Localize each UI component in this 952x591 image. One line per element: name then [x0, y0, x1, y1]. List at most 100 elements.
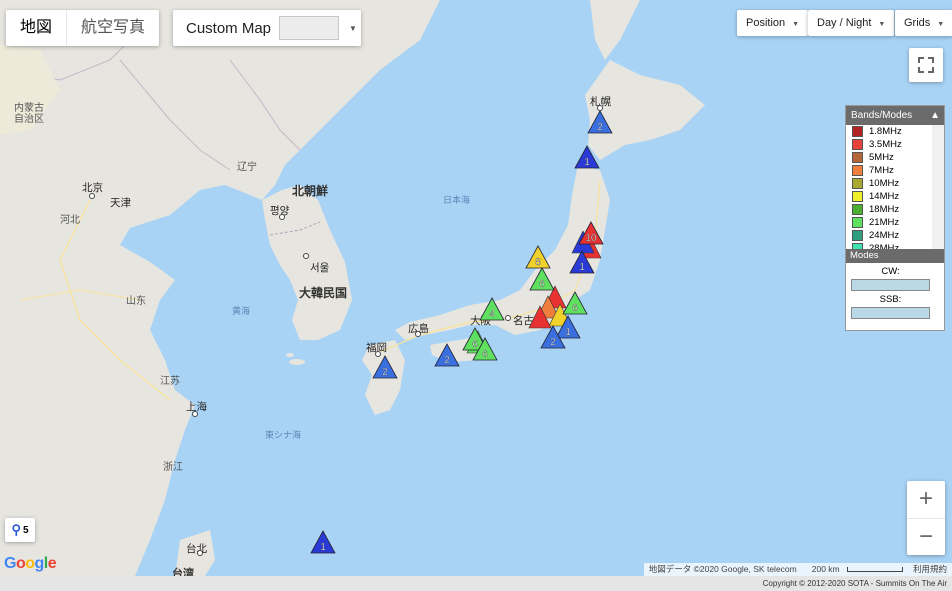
map-attribution: 地図データ ©2020 Google, SK telecom 200 km 利用…: [643, 563, 952, 576]
summit-count-label: 4: [489, 309, 495, 320]
mode-label: SSB:: [879, 294, 902, 305]
bands-scrollbar[interactable]: [932, 125, 944, 249]
band-label: 10MHz: [869, 178, 900, 189]
mode-legend-item: CW:: [846, 263, 944, 291]
band-legend-item: 10MHz: [846, 177, 944, 190]
map-data-credit[interactable]: 地図データ ©2020 Google, SK telecom: [644, 563, 802, 576]
summit-count: 5: [22, 524, 29, 536]
fullscreen-icon: [918, 57, 934, 73]
chevron-down-icon: ▼: [792, 21, 800, 28]
map-type-satellite-button[interactable]: 航空写真: [67, 10, 159, 46]
day-night-label: Day / Night: [817, 17, 872, 29]
chevron-down-icon: ▼: [937, 21, 945, 28]
band-color-swatch: [852, 204, 863, 215]
modes-list: CW: SSB:: [846, 263, 944, 319]
band-color-swatch: [852, 230, 863, 241]
bands-modes-legend: Bands/Modes ▲ 1.8MHz 3.5MHz 5MHz 7MHz 10MHz 1…: [845, 105, 945, 331]
summit-marker[interactable]: 2: [434, 343, 460, 367]
mode-line-sample: [851, 307, 930, 319]
summit-count-button[interactable]: ⚲ 5: [5, 518, 35, 542]
band-legend-item: 28MHz: [846, 242, 944, 249]
summit-count-label: 2: [444, 355, 450, 366]
band-label: 24MHz: [869, 230, 900, 241]
summit-count-label: 6: [472, 339, 478, 350]
summit-marker[interactable]: 2: [372, 355, 398, 379]
summit-count-label: 2: [382, 367, 388, 378]
band-color-swatch: [852, 191, 863, 202]
band-label: 28MHz: [869, 243, 900, 249]
band-color-swatch: [852, 126, 863, 137]
summit-marker[interactable]: 6: [529, 267, 555, 291]
modes-header: Modes: [846, 249, 944, 263]
custom-map-label: Custom Map: [186, 19, 272, 37]
position-label: Position: [746, 17, 786, 29]
summit-marker[interactable]: 1: [310, 530, 336, 554]
summit-marker[interactable]: 6: [562, 291, 588, 315]
copyright-text: Copyright © 2012-2020 SOTA - Summits On …: [762, 579, 947, 588]
band-label: 5MHz: [869, 152, 894, 163]
band-legend-item: 14MHz: [846, 190, 944, 203]
legend-title: Bands/Modes: [851, 110, 913, 121]
band-legend-item: 21MHz: [846, 216, 944, 229]
bands-list: 1.8MHz 3.5MHz 5MHz 7MHz 10MHz 14MHz 18MHz 21MHz…: [846, 125, 944, 249]
copyright-footer: Copyright © 2012-2020 SOTA - Summits On …: [0, 576, 952, 591]
band-label: 3.5MHz: [869, 139, 902, 150]
summit-count-label: 1: [584, 157, 590, 168]
summit-marker[interactable]: 8: [525, 245, 551, 269]
summit-count-label: 10: [585, 233, 597, 244]
chevron-down-icon: ▼: [349, 23, 357, 33]
chevron-down-icon: ▼: [878, 21, 886, 28]
band-legend-item: 18MHz: [846, 203, 944, 216]
band-label: 1.8MHz: [869, 126, 902, 137]
summit-count-label: 6: [482, 349, 488, 360]
band-legend-item: 1.8MHz: [846, 125, 944, 138]
band-legend-item: 7MHz: [846, 164, 944, 177]
summit-count-label: 6: [539, 279, 545, 290]
band-legend-item: 24MHz: [846, 229, 944, 242]
summit-markers[interactable]: 21108 16646612221: [0, 0, 952, 576]
band-label: 18MHz: [869, 204, 900, 215]
grids-dropdown[interactable]: Grids ▼: [895, 10, 952, 36]
magnifier-icon: ⚲: [11, 522, 21, 537]
band-color-swatch: [852, 139, 863, 150]
summit-marker[interactable]: 1: [574, 145, 600, 169]
band-color-swatch: [852, 243, 863, 249]
summit-marker[interactable]: 2: [587, 110, 613, 134]
zoom-control: + −: [907, 481, 945, 555]
grids-label: Grids: [904, 17, 931, 29]
band-color-swatch: [852, 217, 863, 228]
band-label: 21MHz: [869, 217, 900, 228]
zoom-in-button[interactable]: +: [907, 481, 945, 519]
band-label: 14MHz: [869, 191, 900, 202]
summit-count-label: 1: [320, 542, 326, 553]
map-type-roadmap-button[interactable]: 地図: [6, 10, 68, 46]
map-type-control: 地図 航空写真: [6, 10, 160, 46]
terms-link[interactable]: 利用規約: [908, 563, 952, 576]
band-color-swatch: [852, 165, 863, 176]
mode-legend-item: SSB:: [846, 291, 944, 319]
legend-header[interactable]: Bands/Modes ▲: [846, 106, 944, 125]
band-color-swatch: [852, 178, 863, 189]
band-color-swatch: [852, 152, 863, 163]
summit-marker[interactable]: 4: [479, 297, 505, 321]
position-dropdown[interactable]: Position ▼: [737, 10, 809, 36]
fullscreen-button[interactable]: [909, 48, 943, 82]
band-label: 7MHz: [869, 165, 894, 176]
summit-count-label: 6: [572, 303, 578, 314]
band-legend-item: 5MHz: [846, 151, 944, 164]
collapse-icon[interactable]: ▲: [930, 106, 940, 125]
map-canvas[interactable]: 内蒙古 自治区 北京 天津 北朝鮮 평양 서울 大韓民国 札幌 日本海 黄海 東…: [0, 0, 952, 576]
summit-count-label: 2: [550, 337, 556, 348]
zoom-out-button[interactable]: −: [907, 519, 945, 556]
custom-map-control[interactable]: Custom Map ▼: [173, 10, 361, 46]
mode-line-sample: [851, 279, 930, 291]
summit-count-label: 8: [535, 257, 541, 268]
day-night-dropdown[interactable]: Day / Night ▼: [808, 10, 895, 36]
summit-count-label: 1: [579, 262, 585, 273]
google-logo: Google: [4, 555, 57, 572]
summit-count-label: 2: [597, 122, 603, 133]
custom-map-select[interactable]: [279, 16, 340, 40]
band-legend-item: 3.5MHz: [846, 138, 944, 151]
mode-label: CW:: [881, 266, 900, 277]
map-scale[interactable]: 200 km: [802, 563, 908, 576]
